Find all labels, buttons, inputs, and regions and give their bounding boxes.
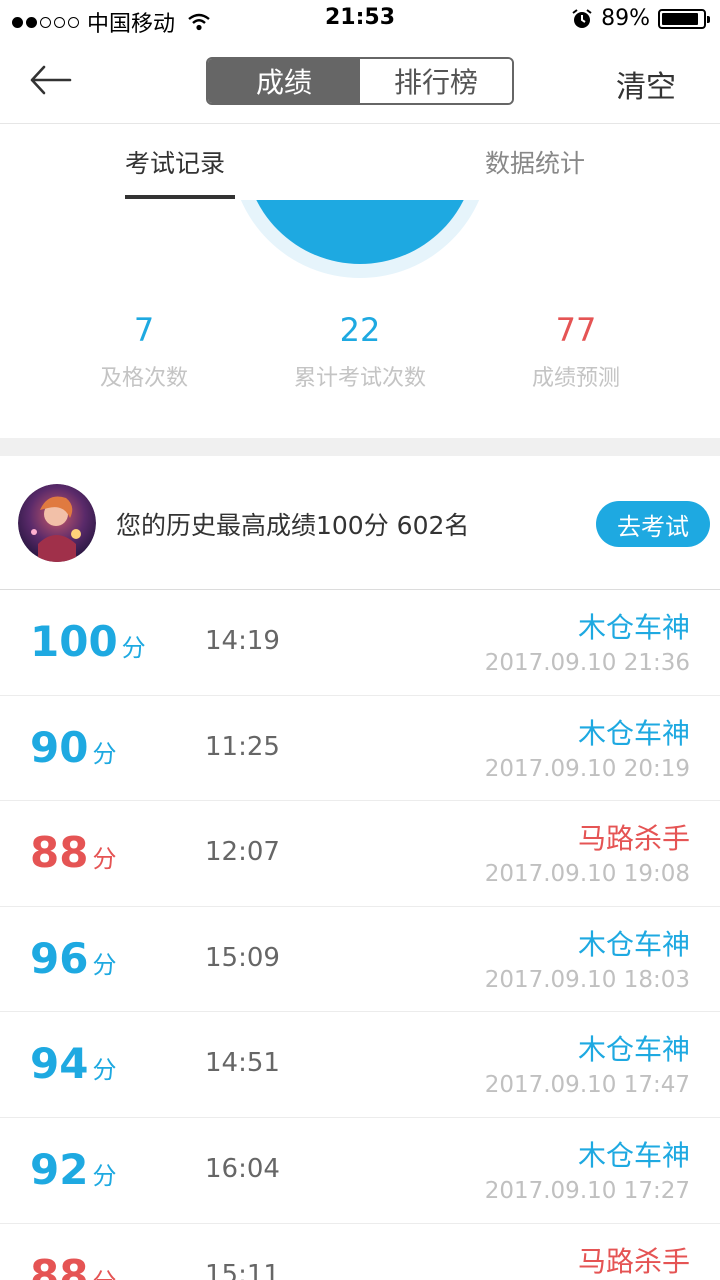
- record-score: 100 分: [30, 618, 146, 672]
- sub-tabs: 考试记录 数据统计: [0, 124, 720, 200]
- record-score-unit: 分: [92, 1161, 117, 1190]
- stat-label: 及格次数: [99, 366, 188, 391]
- exam-records-list: 100 分 14:19 木仓车神 2017.09.10 21:36 90 分 11:25 木仓车…: [0, 590, 720, 1280]
- score-ring-chart: [240, 200, 480, 278]
- record-score: 88分: [30, 1250, 116, 1280]
- record-duration: 14:19: [205, 626, 280, 656]
- record-score-value: 96: [30, 933, 89, 983]
- record-date: 2017.09.10 17:27: [484, 1177, 690, 1204]
- record-rank-title: 木仓车神: [577, 1138, 690, 1172]
- segment-scores[interactable]: 成绩: [208, 59, 360, 103]
- record-score-unit: 分: [92, 845, 117, 874]
- summary-panel: 7 及格次数 22 累计考试次数 77 成绩预测: [0, 200, 720, 438]
- nav-bar: 成绩 排行榜 清空: [0, 40, 720, 124]
- record-score: 88分: [30, 829, 116, 883]
- record-rank-title: 木仓车神: [577, 927, 690, 961]
- best-score-row: 您的历史最高成绩100分 602名 去考试: [0, 456, 720, 590]
- back-button[interactable]: [28, 60, 74, 100]
- record-rank-title: 木仓车神: [577, 716, 690, 750]
- stat-label: 累计考试次数: [293, 366, 426, 391]
- segment-leaderboard[interactable]: 排行榜: [360, 59, 512, 103]
- best-score-text: 您的历史最高成绩100分 602名: [116, 511, 470, 540]
- table-row[interactable]: 88分 15:11 马路杀手: [0, 1223, 720, 1280]
- record-score-value: 90: [30, 722, 89, 772]
- record-duration: 11:25: [205, 731, 280, 762]
- record-duration: 12:07: [205, 837, 280, 868]
- record-duration: 15:09: [205, 942, 280, 973]
- table-row[interactable]: 90 分 11:25 木仓车神 2017.09.10 20:19: [0, 695, 720, 802]
- stat-score-forecast: 77 成绩预测: [456, 308, 696, 392]
- table-row[interactable]: 92 分 16:04 木仓车神 2017.09.10 17:27: [0, 1117, 720, 1224]
- table-row[interactable]: 88 分 12:07 马路杀手 2017.09.10 19:08: [0, 801, 720, 907]
- battery-fill: [662, 12, 698, 25]
- record-score-value: 100: [30, 617, 118, 666]
- stat-value: 77: [555, 311, 597, 349]
- table-row[interactable]: 100 分 14:19 木仓车神 2017.09.10 21:36: [0, 590, 720, 696]
- record-date: 2017.09.10 20:19: [484, 755, 690, 782]
- record-score: 92 分: [30, 1144, 117, 1200]
- avatar[interactable]: [18, 484, 96, 562]
- section-divider: [0, 438, 720, 456]
- stat-value: 22: [339, 311, 381, 349]
- record-score-unit: 分: [92, 739, 117, 768]
- record-score: 90 分: [30, 722, 117, 778]
- alarm-icon: [572, 8, 592, 28]
- record-rank-title: 木仓车神: [577, 611, 690, 644]
- record-date: 2017.09.10 17:47: [484, 1072, 690, 1099]
- record-score-unit: 分: [92, 1268, 116, 1280]
- record-score-value: 92: [30, 1144, 89, 1194]
- avatar-image: [18, 484, 96, 562]
- record-date: 2017.09.10 18:03: [484, 966, 690, 993]
- record-rank-title: 木仓车神: [577, 1033, 690, 1067]
- take-exam-button[interactable]: 去考试: [596, 501, 710, 547]
- record-score: 96 分: [30, 933, 117, 989]
- segmented-control: 成绩 排行榜: [206, 57, 514, 105]
- record-score-value: 94: [30, 1039, 89, 1089]
- table-row[interactable]: 94 分 14:51 木仓车神 2017.09.10 17:47: [0, 1012, 720, 1118]
- stat-value: 7: [133, 311, 155, 349]
- record-score-value: 88: [30, 828, 89, 878]
- record-score-unit: 分: [92, 950, 117, 979]
- battery-percent: 89%: [601, 6, 650, 31]
- stat-label: 成绩预测: [531, 366, 620, 391]
- battery-icon: [658, 8, 710, 29]
- record-date: 2017.09.10 19:08: [484, 861, 690, 888]
- status-bar: 中国移动 21:53 89%: [0, 0, 720, 40]
- record-score-value: 88: [30, 1250, 89, 1280]
- back-arrow-icon: [30, 65, 72, 95]
- record-score: 94 分: [30, 1040, 116, 1094]
- active-tab-indicator: [125, 195, 235, 199]
- record-duration: 15:11: [205, 1259, 280, 1280]
- record-score-unit: 分: [121, 634, 146, 662]
- record-rank-title: 马路杀手: [577, 1244, 690, 1278]
- tab-data-statistics[interactable]: 数据统计: [485, 144, 585, 180]
- record-duration: 16:04: [205, 1153, 280, 1184]
- tab-exam-records[interactable]: 考试记录: [125, 144, 225, 180]
- record-date: 2017.09.10 21:36: [484, 650, 690, 676]
- record-score-unit: 分: [92, 1056, 117, 1085]
- stat-total-exams: 22 累计考试次数: [240, 308, 480, 392]
- status-right: 89%: [571, 6, 710, 31]
- record-duration: 14:51: [205, 1048, 280, 1079]
- stat-pass-count: 7 及格次数: [24, 308, 264, 392]
- clear-button[interactable]: 清空: [616, 62, 676, 106]
- table-row[interactable]: 96 分 15:09 木仓车神 2017.09.10 18:03: [0, 906, 720, 1013]
- record-rank-title: 马路杀手: [577, 822, 690, 856]
